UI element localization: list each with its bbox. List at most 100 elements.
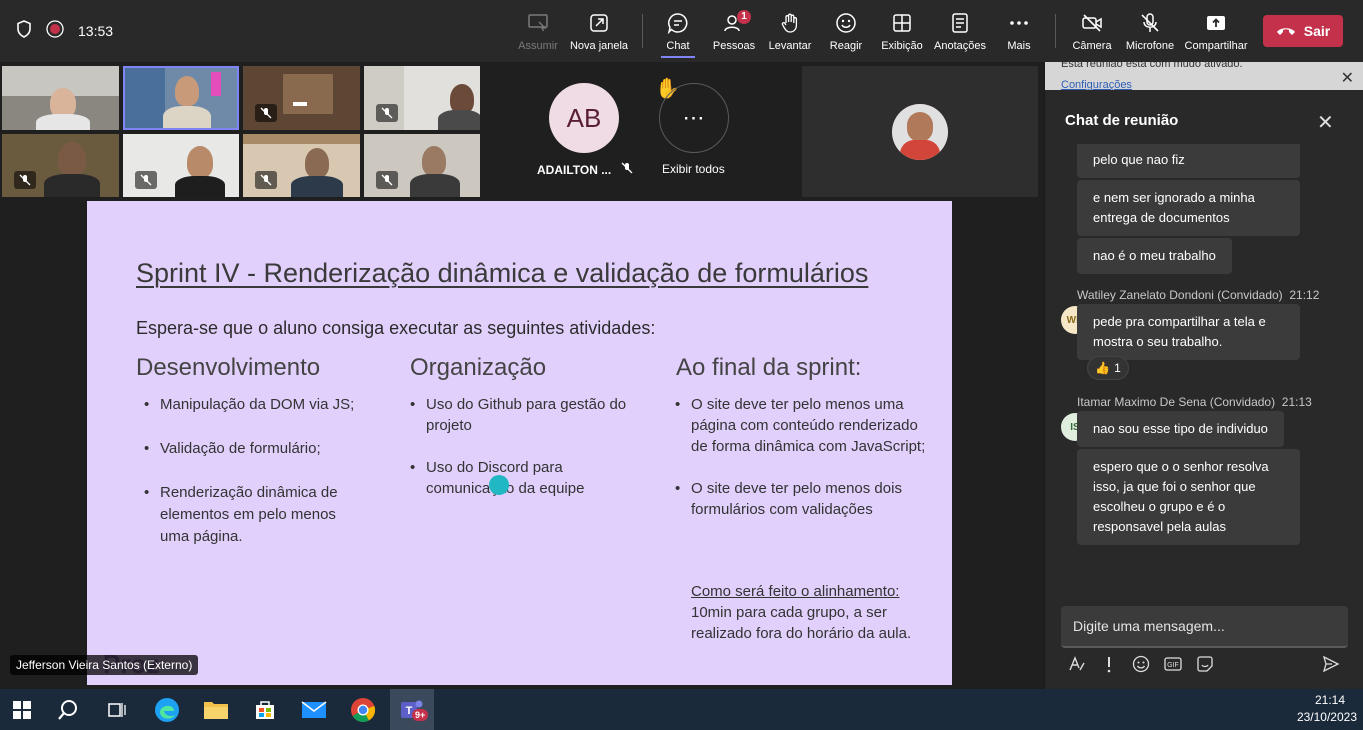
close-banner-icon[interactable]: ✕ [1341, 68, 1354, 88]
windows-taskbar: T 9+ 21:14 23/10/2023 [0, 689, 1363, 730]
emoji-icon [836, 13, 856, 33]
system-clock[interactable]: 21:14 23/10/2023 [1297, 692, 1357, 726]
like-reaction[interactable]: 👍 1 [1087, 356, 1129, 380]
message-input[interactable]: Digite uma mensagem... [1061, 606, 1348, 648]
start-button[interactable] [0, 689, 44, 730]
chat-message[interactable]: nao é o meu trabalho [1077, 238, 1232, 274]
levantar-mao-button[interactable]: Levantar [759, 6, 821, 56]
notes-icon [952, 13, 968, 33]
sticker-icon[interactable] [1193, 652, 1217, 676]
emoji-icon[interactable] [1129, 652, 1153, 676]
chat-panel: Esta reunião está com mudo ativado. Conf… [1044, 62, 1363, 689]
mute-banner: Esta reunião está com mudo ativado. Conf… [1045, 62, 1363, 90]
close-chat-icon[interactable]: ✕ [1317, 110, 1334, 135]
more-icon [1010, 21, 1028, 25]
reagir-button[interactable]: Reagir [815, 6, 877, 56]
chat-icon [667, 13, 688, 34]
mail-icon [301, 700, 327, 718]
recording-icon [46, 19, 64, 43]
video-tile[interactable] [364, 134, 480, 197]
take-control-icon [528, 14, 548, 32]
compartilhar-button[interactable]: Compartilhar [1185, 6, 1247, 56]
meeting-status: 13:53 [16, 0, 113, 62]
settings-link[interactable]: Configurações [1061, 79, 1132, 90]
toolbar-divider [642, 14, 643, 48]
participant-avatar[interactable]: AB [549, 83, 619, 153]
microfone-button[interactable]: Microfone [1119, 6, 1181, 56]
list-item: Renderização dinâmica de elementos em pe… [136, 482, 356, 548]
thumbs-up-icon: 👍 [1095, 361, 1111, 375]
video-tile[interactable] [2, 134, 119, 197]
mail-button[interactable] [292, 689, 336, 730]
file-explorer-button[interactable] [194, 689, 238, 730]
list-item: Validação de formulário; [136, 438, 376, 459]
muted-mic-icon [255, 104, 277, 122]
list-item: O site deve ter pelo menos dois formulár… [667, 478, 937, 520]
layout-icon [893, 14, 911, 32]
search-button[interactable] [46, 689, 90, 730]
shield-icon [16, 19, 32, 43]
store-icon [256, 700, 274, 719]
task-view-button[interactable] [94, 689, 138, 730]
gif-icon[interactable]: GIF [1161, 652, 1185, 676]
chat-message[interactable]: pede pra compartilhar a tela e mostra o … [1077, 304, 1300, 360]
mouse-cursor-icon [489, 475, 509, 495]
store-button[interactable] [243, 689, 287, 730]
muted-mic-icon [376, 104, 398, 122]
edge-taskbar-button[interactable] [145, 689, 189, 730]
folder-icon [204, 701, 228, 719]
raise-hand-icon [781, 13, 798, 33]
leave-button[interactable]: Sair [1263, 15, 1343, 47]
muted-mic-icon [14, 171, 36, 189]
mic-off-icon [1141, 13, 1159, 32]
chat-message[interactable]: pelo que nao fiz [1077, 144, 1300, 178]
slide-title: Sprint IV - Renderização dinâmica e vali… [136, 258, 869, 288]
self-avatar [892, 104, 948, 160]
exibicao-button[interactable]: Exibição [871, 6, 933, 56]
camera-off-icon [1082, 14, 1102, 32]
show-all-label: Exibir todos [662, 162, 725, 176]
teams-taskbar-button[interactable]: T 9+ [390, 689, 434, 730]
list-item: Manipulação da DOM via JS; [136, 394, 376, 415]
video-tile-active-speaker[interactable] [123, 66, 239, 130]
teams-meeting-window: 13:53 Assumir Nova janela Chat 1 Pessoas… [0, 0, 1363, 730]
chat-button[interactable]: Chat [647, 6, 709, 58]
send-icon[interactable] [1319, 652, 1343, 676]
mais-button[interactable]: Mais [988, 6, 1050, 56]
show-all-participants-button[interactable]: ⋯ [659, 83, 729, 153]
video-tile[interactable] [243, 134, 360, 197]
muted-mic-icon [135, 171, 157, 189]
search-icon [58, 699, 77, 720]
assumir-button[interactable]: Assumir [507, 6, 569, 56]
video-tile[interactable] [243, 66, 360, 130]
share-screen-icon [1207, 16, 1225, 30]
alignment-note: Como será feito o alinhamento: 10min par… [691, 583, 912, 642]
chat-title: Chat de reunião [1065, 112, 1179, 129]
muted-mic-icon [621, 162, 633, 177]
muted-mic-icon [376, 171, 398, 189]
participant-name: ADAILTON ... [537, 162, 633, 177]
pop-out-icon [590, 14, 608, 32]
meeting-toolbar: 13:53 Assumir Nova janela Chat 1 Pessoas… [0, 0, 1363, 62]
video-tile[interactable] [2, 66, 119, 130]
hang-up-icon [1276, 23, 1296, 39]
presenter-name: Jefferson Vieira Santos (Externo) [10, 655, 199, 675]
camera-button[interactable]: Câmera [1061, 6, 1123, 56]
important-icon[interactable] [1097, 652, 1121, 676]
meeting-duration: 13:53 [78, 23, 114, 39]
chat-message[interactable]: e nem ser ignorado a minha entrega de do… [1077, 180, 1300, 236]
chat-message[interactable]: nao sou esse tipo de individuo [1077, 411, 1284, 447]
message-sender: Itamar Maximo De Sena (Convidado) 21:13 [1077, 395, 1312, 409]
video-tile[interactable] [123, 134, 239, 197]
list-item: Uso do Github para gestão do projeto [402, 394, 632, 436]
chrome-button[interactable] [341, 689, 385, 730]
column-heading: Desenvolvimento [136, 354, 321, 381]
format-icon[interactable] [1065, 652, 1089, 676]
video-tile[interactable] [364, 66, 480, 130]
list-item: O site deve ter pelo menos uma página co… [667, 394, 937, 457]
pessoas-button[interactable]: 1 Pessoas [703, 6, 765, 56]
anotacoes-button[interactable]: Anotações [929, 6, 991, 56]
nova-janela-button[interactable]: Nova janela [568, 6, 630, 56]
chat-message[interactable]: espero que o o senhor resolva isso, ja q… [1077, 449, 1300, 545]
toolbar-divider [1055, 14, 1056, 48]
